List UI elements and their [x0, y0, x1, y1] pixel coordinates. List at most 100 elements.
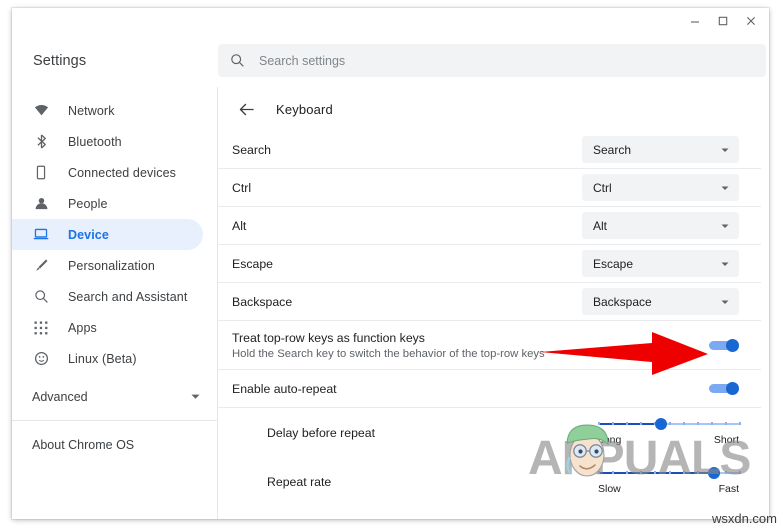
slider-max-label: Short — [713, 433, 739, 446]
row-texts: Treat top-row keys as function keys Hold… — [232, 331, 709, 360]
dropdown-value: Escape — [593, 256, 634, 271]
treat-top-row-keys-toggle[interactable] — [709, 338, 739, 352]
slider-min-label: Slow — [598, 482, 621, 495]
setting-row-treat-top-row-keys: Treat top-row keys as function keys Hold… — [218, 321, 761, 370]
sidebar-item-advanced[interactable]: Advanced — [12, 381, 217, 412]
slider-ticks — [598, 421, 741, 426]
slider-endpoint-labels: Slow Fast — [598, 483, 739, 495]
settings-window: Settings Search settings Network Bluetoo… — [12, 8, 769, 519]
slider-thumb[interactable] — [707, 466, 720, 479]
sidebar-item-search-and-assistant[interactable]: Search and Assistant — [12, 281, 203, 312]
alt-key-dropdown[interactable]: Alt — [582, 212, 739, 239]
settings-main-panel: Keyboard Search Search Ctrl Ctrl Alt Alt… — [218, 87, 769, 519]
app-topbar: Settings Search settings — [12, 34, 769, 88]
slider-thumb[interactable] — [655, 417, 668, 430]
setting-row-enable-auto-repeat: Enable auto-repeat — [218, 370, 761, 408]
site-credit: wsxdn.com — [711, 511, 777, 526]
grid-apps-icon — [32, 319, 50, 337]
repeat-rate-slider[interactable]: Slow Fast — [598, 463, 741, 501]
enable-auto-repeat-toggle[interactable] — [709, 382, 739, 395]
sidebar-item-about-chrome-os[interactable]: About Chrome OS — [12, 429, 217, 460]
sidebar-item-apps[interactable]: Apps — [12, 312, 203, 343]
row-label: Treat top-row keys as function keys — [232, 330, 425, 345]
sidebar-label: Connected devices — [68, 165, 177, 180]
sidebar-label: Personalization — [68, 258, 155, 273]
chevron-down-icon — [720, 221, 730, 231]
slider-min-label: Long — [598, 433, 622, 446]
sidebar-label: Network — [68, 103, 115, 118]
bluetooth-icon — [32, 133, 50, 151]
sidebar-item-connected-devices[interactable]: Connected devices — [12, 157, 203, 188]
row-label: Escape — [232, 256, 274, 271]
row-label: Delay before repeat — [267, 425, 376, 440]
search-placeholder: Search settings — [259, 53, 346, 68]
sidebar-item-linux-beta[interactable]: Linux (Beta) — [12, 343, 203, 374]
ctrl-key-dropdown[interactable]: Ctrl — [582, 174, 739, 201]
search-settings-input[interactable]: Search settings — [218, 44, 766, 77]
dropdown-value: Backspace — [593, 294, 652, 309]
sidebar-item-personalization[interactable]: Personalization — [12, 250, 203, 281]
toggle-knob — [726, 382, 739, 395]
slider-endpoint-labels: Long Short — [598, 434, 739, 446]
minimize-button[interactable] — [681, 9, 709, 33]
row-sublabel: Hold the Search key to switch the behavi… — [232, 347, 545, 360]
maximize-button[interactable] — [709, 9, 737, 33]
about-label: About Chrome OS — [32, 437, 135, 452]
setting-row-backspace-key: Backspace Backspace — [218, 283, 761, 321]
delay-before-repeat-slider[interactable]: Long Short — [598, 414, 741, 452]
chevron-down-icon — [720, 259, 730, 269]
dropdown-value: Ctrl — [593, 180, 612, 195]
escape-key-dropdown[interactable]: Escape — [582, 250, 739, 277]
row-label: Ctrl — [232, 180, 252, 195]
row-label: Enable auto-repeat — [232, 381, 337, 396]
keyboard-settings-list: Search Search Ctrl Ctrl Alt Alt Escape E… — [218, 131, 761, 519]
app-title: Settings — [33, 52, 87, 69]
setting-row-repeat-rate: Repeat rate Slow Fast — [218, 457, 761, 506]
row-label: Backspace — [232, 294, 293, 309]
screenshot-root: Settings Search settings Network Bluetoo… — [0, 0, 783, 528]
sidebar-item-device[interactable]: Device — [12, 219, 203, 250]
window-body: Network Bluetooth Connected devices Peop… — [12, 87, 769, 519]
search-icon — [230, 53, 245, 68]
wifi-icon — [32, 102, 50, 120]
setting-row-escape-key: Escape Escape — [218, 245, 761, 283]
person-icon — [32, 195, 50, 213]
settings-sidebar: Network Bluetooth Connected devices Peop… — [12, 87, 218, 519]
window-titlebar — [12, 8, 769, 34]
sidebar-label: People — [68, 196, 108, 211]
setting-row-alt-key: Alt Alt — [218, 207, 761, 245]
chevron-down-icon — [720, 145, 730, 155]
sidebar-item-bluetooth[interactable]: Bluetooth — [12, 126, 203, 157]
sidebar-label: Apps — [68, 320, 97, 335]
close-button[interactable] — [737, 9, 765, 33]
brush-icon — [32, 257, 50, 275]
keyboard-page-header: Keyboard — [218, 87, 769, 131]
sidebar-item-network[interactable]: Network — [12, 95, 203, 126]
advanced-label: Advanced — [32, 389, 88, 404]
toggle-knob — [726, 338, 739, 352]
row-label: Search — [232, 142, 271, 157]
setting-row-search-key: Search Search — [218, 131, 761, 169]
chevron-down-icon — [720, 183, 730, 193]
sidebar-item-people[interactable]: People — [12, 188, 203, 219]
chevron-down-icon — [190, 391, 201, 402]
slider-max-label: Fast — [718, 482, 739, 495]
sidebar-label: Device — [68, 227, 109, 242]
search-icon — [32, 288, 50, 306]
search-key-dropdown[interactable]: Search — [582, 136, 739, 163]
sidebar-label: Linux (Beta) — [68, 351, 137, 366]
dropdown-value: Alt — [593, 218, 608, 233]
row-label: Alt — [232, 218, 247, 233]
back-arrow-icon[interactable] — [235, 98, 257, 120]
setting-row-ctrl-key: Ctrl Ctrl — [218, 169, 761, 207]
page-title: Keyboard — [276, 101, 333, 117]
row-label: Repeat rate — [267, 474, 332, 489]
sidebar-label: Search and Assistant — [68, 289, 188, 304]
window-controls — [681, 8, 765, 34]
linux-penguin-icon — [32, 350, 50, 368]
chevron-down-icon — [720, 297, 730, 307]
backspace-key-dropdown[interactable]: Backspace — [582, 288, 739, 315]
sidebar-label: Bluetooth — [68, 134, 122, 149]
sidebar-divider — [12, 420, 217, 421]
dropdown-value: Search — [593, 142, 632, 157]
